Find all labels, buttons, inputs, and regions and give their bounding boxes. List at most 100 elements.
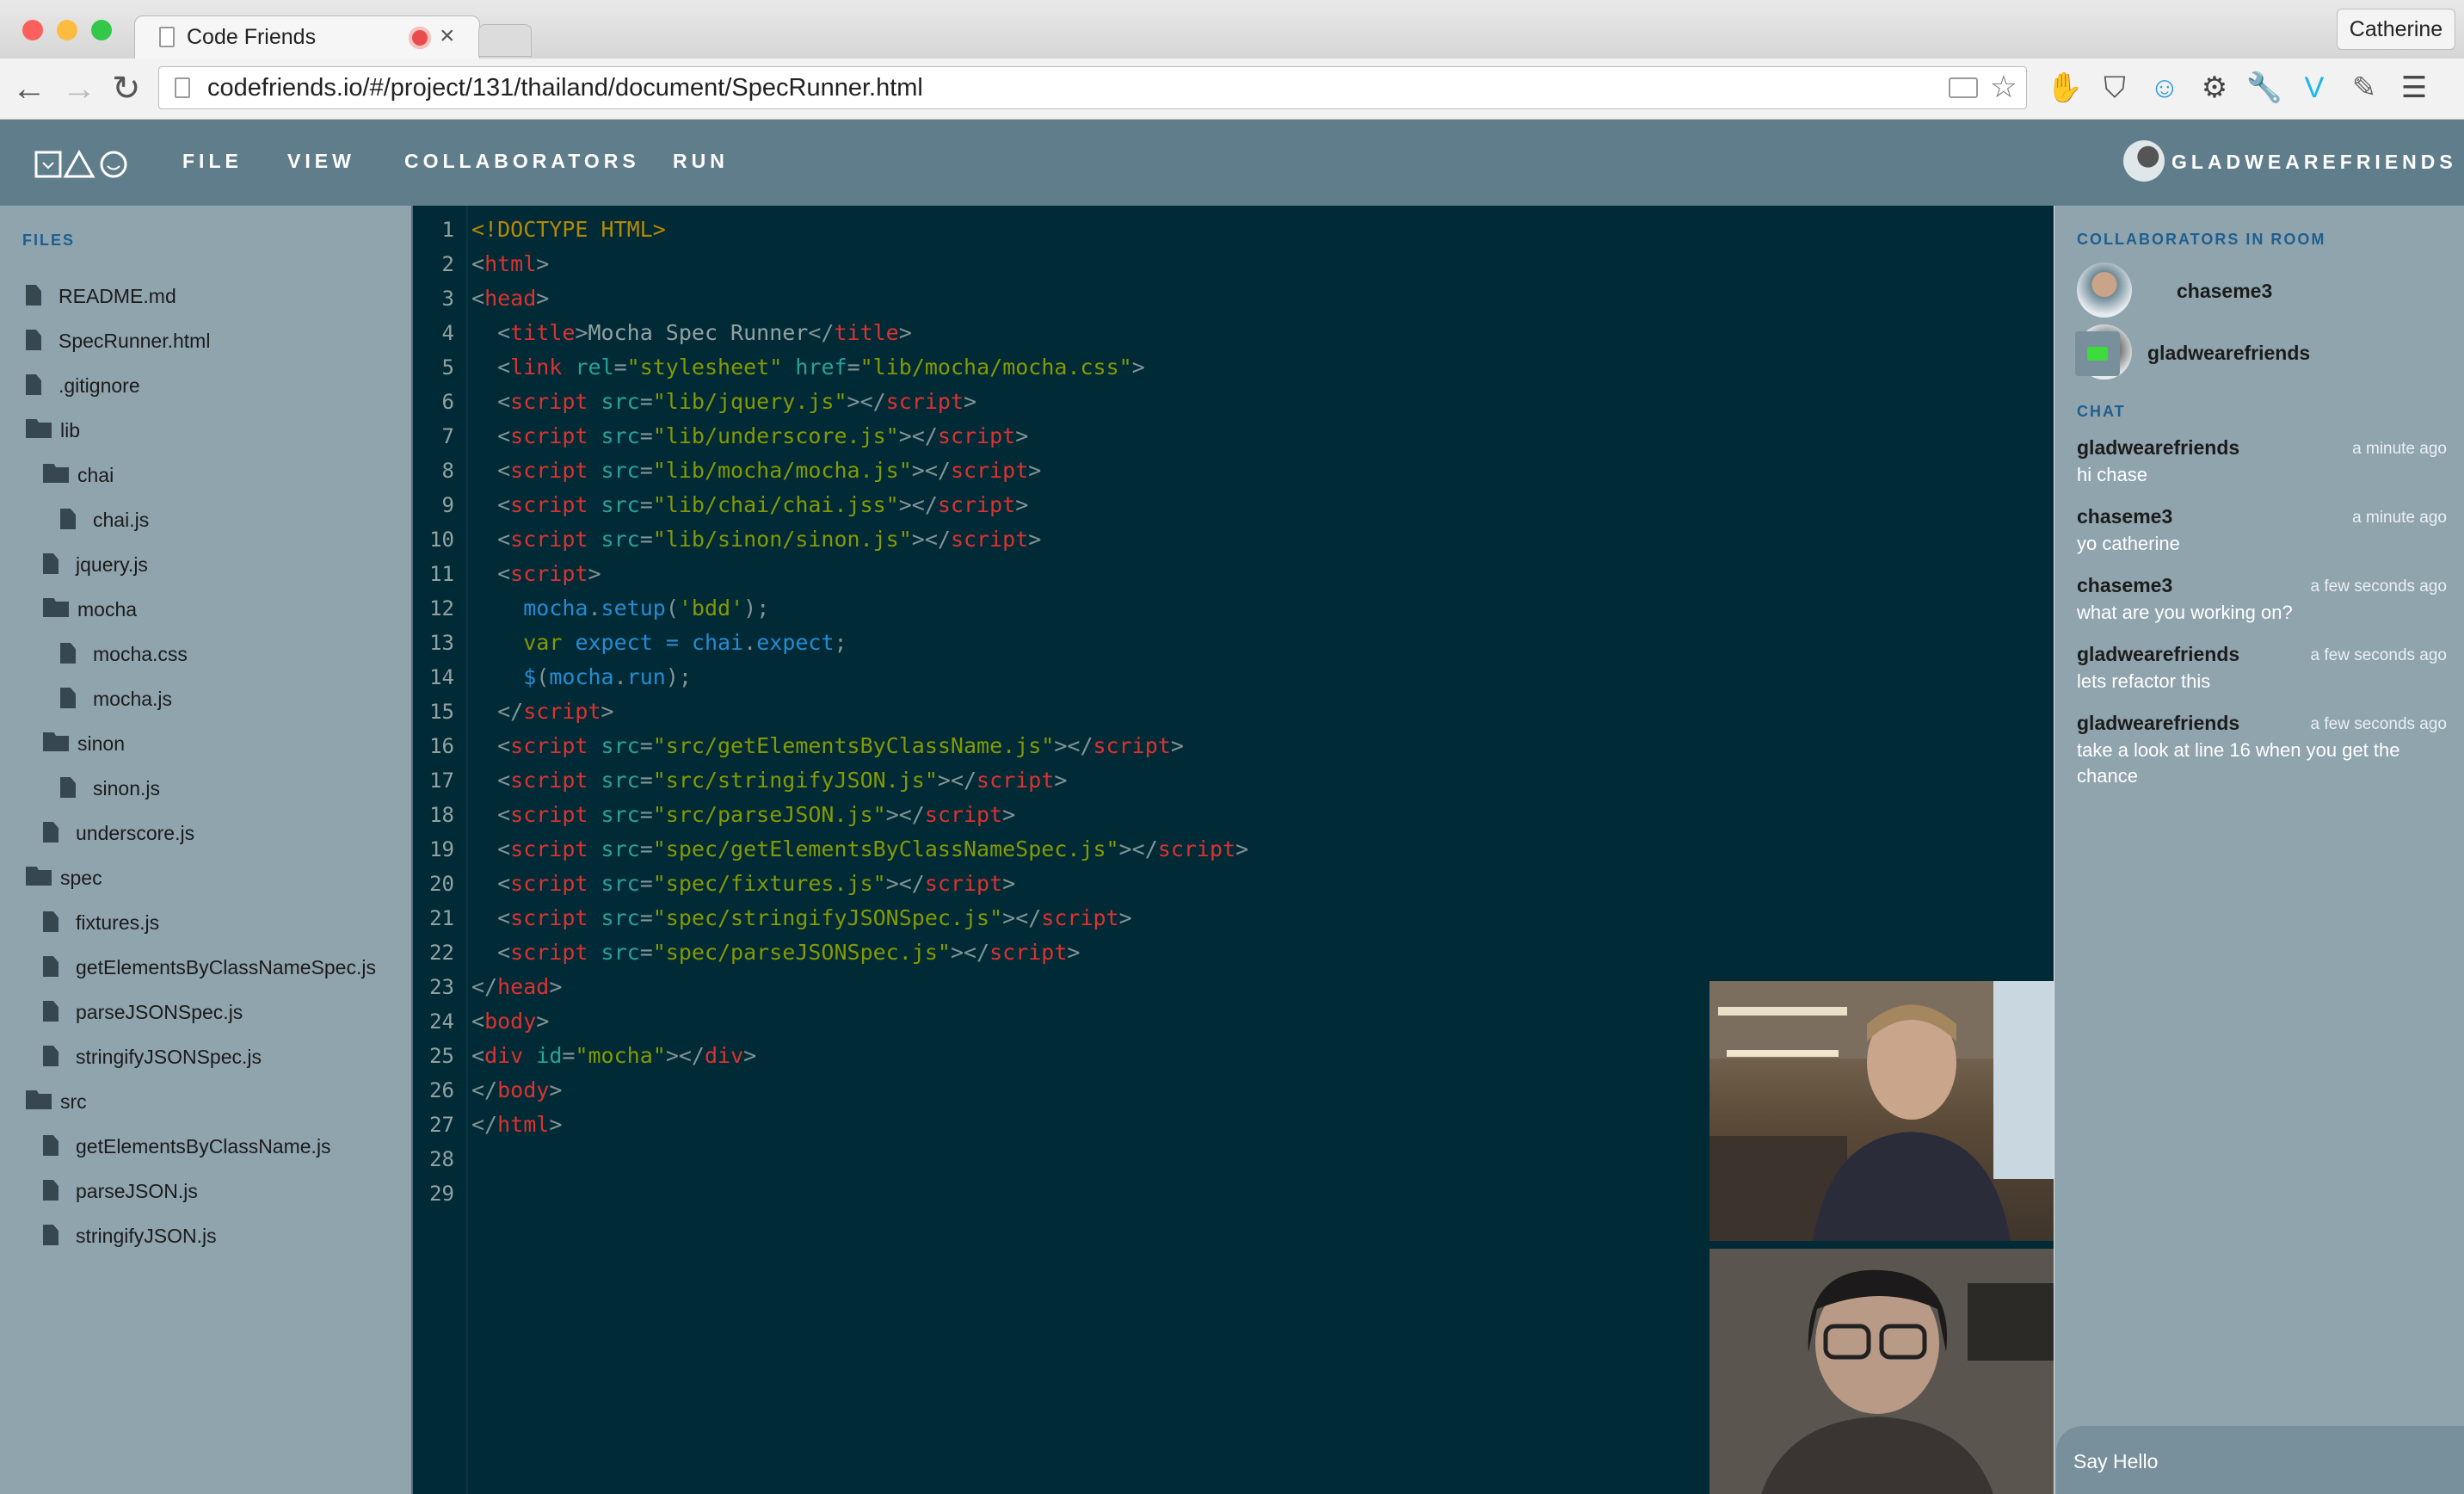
file-name: chai.js [93, 509, 150, 531]
code-line[interactable]: <body> [471, 1004, 549, 1039]
back-arrow-icon[interactable]: ← [12, 67, 46, 110]
code-line[interactable]: <!DOCTYPE HTML> [471, 213, 666, 247]
menu-collaborators[interactable]: COLLABORATORS [404, 150, 640, 173]
ghost-icon[interactable]: ☺ [2146, 69, 2184, 107]
line-number: 25 [429, 1044, 454, 1068]
code-token: $ [523, 664, 537, 689]
new-tab-button[interactable] [478, 24, 532, 57]
code-line[interactable]: <head> [471, 281, 549, 316]
bookmark-star-icon[interactable]: ☆ [1990, 69, 2017, 105]
code-line[interactable]: <div id="mocha"></div> [471, 1039, 756, 1073]
url-text[interactable]: codefriends.io/#/project/131/thailand/do… [207, 74, 923, 102]
code-token: "lib/underscore.js" [652, 423, 899, 448]
code-line[interactable]: <script src="src/getElementsByClassName.… [471, 729, 1184, 763]
code-line[interactable]: <script> [471, 557, 601, 591]
code-token: . [588, 596, 601, 620]
file-name: fixtures.js [76, 911, 160, 934]
menu-view[interactable]: VIEW [287, 150, 355, 173]
menu-run[interactable]: RUN [673, 150, 729, 173]
code-line[interactable]: <script src="spec/fixtures.js"></script> [471, 867, 1015, 901]
code-token: "spec/stringifyJSONSpec.js" [652, 905, 1003, 930]
code-token: "src/stringifyJSON.js" [652, 768, 938, 793]
file-icon [43, 911, 59, 932]
chat-author[interactable]: gladwearefriends [2077, 643, 2239, 666]
browser-tab[interactable]: Code Friends × [134, 15, 480, 61]
forward-arrow-icon[interactable]: → [62, 67, 96, 110]
code-line[interactable]: mocha.setup('bdd'); [471, 591, 769, 626]
code-line[interactable]: var expect = chai.expect; [471, 626, 847, 660]
folder-icon [43, 732, 69, 751]
code-token: < [471, 1009, 485, 1034]
code-token: < [471, 905, 511, 930]
chat-author[interactable]: chaseme3 [2077, 505, 2172, 528]
code-token: = [639, 837, 653, 861]
code-token: > [1170, 733, 1184, 758]
code-line[interactable]: </script> [471, 695, 614, 729]
code-token: > [1015, 492, 1029, 517]
pocket-icon[interactable]: ⛉ [2096, 69, 2134, 107]
code-line[interactable]: <script src="spec/parseJSONSpec.js"></sc… [471, 935, 1080, 970]
address-bar[interactable]: codefriends.io/#/project/131/thailand/do… [158, 66, 2027, 109]
code-line[interactable]: <script src="spec/stringifyJSONSpec.js">… [471, 901, 1132, 935]
code-line[interactable]: <link rel="stylesheet" href="lib/mocha/m… [471, 350, 1145, 385]
code-token: = [639, 389, 653, 414]
reload-icon[interactable]: ↻ [112, 67, 141, 110]
code-token: > [536, 286, 550, 311]
wrench-icon[interactable]: 🔧 [2245, 69, 2283, 107]
code-friends-logo[interactable] [34, 149, 129, 180]
code-line[interactable]: <script src="src/stringifyJSON.js"></scr… [471, 763, 1067, 798]
line-number: 27 [429, 1113, 454, 1137]
adblock-icon[interactable]: ✋ [2046, 69, 2084, 107]
folder-icon [43, 464, 69, 483]
code-line[interactable]: <html> [471, 247, 549, 281]
code-line[interactable]: </html> [471, 1108, 562, 1142]
code-line[interactable]: $(mocha.run); [471, 660, 692, 695]
zoom-window-button[interactable] [91, 20, 112, 40]
code-token: src [601, 768, 640, 793]
collaborator-item[interactable]: chaseme3 [2077, 262, 2455, 319]
code-token: script [510, 905, 588, 930]
chat-author[interactable]: chaseme3 [2077, 574, 2172, 597]
chat-input[interactable]: Say Hello [2056, 1426, 2464, 1494]
code-line[interactable]: <title>Mocha Spec Runner</title> [471, 316, 912, 350]
code-token: script [510, 733, 588, 758]
code-line[interactable]: <script src="lib/chai/chai.jss"></script… [471, 488, 1028, 522]
code-token: = [639, 768, 653, 793]
close-window-button[interactable] [22, 20, 43, 40]
code-line[interactable]: <script src="lib/sinon/sinon.js"></scrip… [471, 522, 1041, 557]
close-tab-icon[interactable]: × [440, 22, 455, 51]
line-number: 10 [429, 528, 454, 552]
line-number: 26 [429, 1078, 454, 1102]
code-token: "spec/fixtures.js" [652, 871, 886, 896]
code-line[interactable]: <script src="lib/jquery.js"></script> [471, 385, 976, 419]
chat-author[interactable]: gladwearefriends [2077, 436, 2239, 460]
file-name: spec [60, 867, 102, 889]
eyedropper-icon[interactable]: ✎ [2345, 69, 2383, 107]
code-token: = [613, 355, 627, 380]
profile-button[interactable]: Catherine [2337, 9, 2455, 50]
menu-file[interactable]: FILE [182, 150, 243, 173]
code-line[interactable]: <script src="lib/mocha/mocha.js"></scrip… [471, 454, 1041, 488]
minimize-window-button[interactable] [57, 20, 77, 40]
vimeo-icon[interactable]: V [2295, 69, 2333, 107]
code-token: ></ [911, 527, 951, 552]
collaborator-item[interactable]: gladwearefriends [2077, 324, 2455, 381]
line-number: 11 [429, 562, 454, 586]
hamburger-menu-icon[interactable]: ☰ [2395, 69, 2433, 107]
file-name: parseJSONSpec.js [76, 1001, 243, 1023]
chat-timestamp: a minute ago [2352, 440, 2447, 458]
video-call-button[interactable] [2075, 331, 2120, 376]
settings-gear-icon[interactable]: ⚙ [2196, 69, 2233, 107]
code-line[interactable]: </head> [471, 970, 562, 1004]
code-line[interactable]: <script src="src/parseJSON.js"></script> [471, 798, 1015, 832]
code-token: var [523, 630, 563, 655]
code-token: chai [691, 630, 744, 655]
code-line[interactable]: <script src="spec/getElementsByClassName… [471, 832, 1248, 867]
file-name: sinon [77, 732, 125, 755]
camera-icon[interactable] [1949, 77, 1978, 98]
code-line[interactable]: </body> [471, 1073, 562, 1108]
chat-author[interactable]: gladwearefriends [2077, 712, 2239, 735]
code-line[interactable]: <script src="lib/underscore.js"></script… [471, 419, 1028, 454]
